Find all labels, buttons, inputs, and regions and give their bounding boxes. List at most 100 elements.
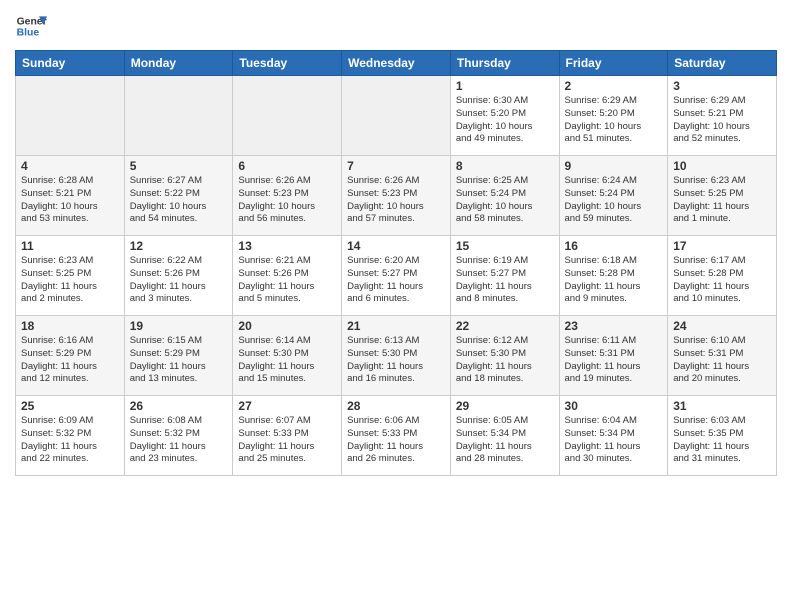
day-info: Sunrise: 6:13 AM Sunset: 5:30 PM Dayligh… bbox=[347, 335, 445, 386]
day-info: Sunrise: 6:21 AM Sunset: 5:26 PM Dayligh… bbox=[238, 255, 336, 306]
day-info: Sunrise: 6:24 AM Sunset: 5:24 PM Dayligh… bbox=[565, 175, 663, 226]
calendar-cell: 17 Sunrise: 6:17 AM Sunset: 5:28 PM Dayli… bbox=[668, 236, 777, 316]
day-info: Sunrise: 6:22 AM Sunset: 5:26 PM Dayligh… bbox=[130, 255, 228, 306]
calendar-cell: 23 Sunrise: 6:11 AM Sunset: 5:31 PM Dayli… bbox=[559, 316, 668, 396]
calendar-cell: 31Sunrise: 6:03 AM Sunset: 5:35 PM Dayli… bbox=[668, 396, 777, 476]
weekday-header-thursday: Thursday bbox=[450, 51, 559, 76]
day-info: Sunrise: 6:03 AM Sunset: 5:35 PM Dayligh… bbox=[673, 415, 771, 466]
day-number: 17 bbox=[673, 239, 771, 253]
weekday-header-wednesday: Wednesday bbox=[342, 51, 451, 76]
calendar-cell: 16 Sunrise: 6:18 AM Sunset: 5:28 PM Dayli… bbox=[559, 236, 668, 316]
calendar-cell: 5Sunrise: 6:27 AM Sunset: 5:22 PM Daylig… bbox=[124, 156, 233, 236]
day-info: Sunrise: 6:05 AM Sunset: 5:34 PM Dayligh… bbox=[456, 415, 554, 466]
day-number: 16 bbox=[565, 239, 663, 253]
calendar-cell bbox=[233, 76, 342, 156]
calendar-cell: 11Sunrise: 6:23 AM Sunset: 5:25 PM Dayli… bbox=[16, 236, 125, 316]
weekday-header-friday: Friday bbox=[559, 51, 668, 76]
calendar-cell: 10 Sunrise: 6:23 AM Sunset: 5:25 PM Dayli… bbox=[668, 156, 777, 236]
weekday-header-row: SundayMondayTuesdayWednesdayThursdayFrid… bbox=[16, 51, 777, 76]
calendar-cell: 26 Sunrise: 6:08 AM Sunset: 5:32 PM Dayli… bbox=[124, 396, 233, 476]
logo: General Blue bbox=[15, 10, 51, 42]
day-number: 7 bbox=[347, 159, 445, 173]
day-info: Sunrise: 6:19 AM Sunset: 5:27 PM Dayligh… bbox=[456, 255, 554, 306]
weekday-header-monday: Monday bbox=[124, 51, 233, 76]
day-info: Sunrise: 6:29 AM Sunset: 5:21 PM Dayligh… bbox=[673, 95, 771, 146]
day-info: Sunrise: 6:11 AM Sunset: 5:31 PM Dayligh… bbox=[565, 335, 663, 386]
calendar-cell bbox=[16, 76, 125, 156]
week-row-3: 11Sunrise: 6:23 AM Sunset: 5:25 PM Dayli… bbox=[16, 236, 777, 316]
calendar-cell: 18 Sunrise: 6:16 AM Sunset: 5:29 PM Dayli… bbox=[16, 316, 125, 396]
calendar-cell bbox=[342, 76, 451, 156]
day-info: Sunrise: 6:28 AM Sunset: 5:21 PM Dayligh… bbox=[21, 175, 119, 226]
day-info: Sunrise: 6:29 AM Sunset: 5:20 PM Dayligh… bbox=[565, 95, 663, 146]
calendar-cell: 14Sunrise: 6:20 AM Sunset: 5:27 PM Dayli… bbox=[342, 236, 451, 316]
day-info: Sunrise: 6:26 AM Sunset: 5:23 PM Dayligh… bbox=[238, 175, 336, 226]
day-number: 19 bbox=[130, 319, 228, 333]
day-number: 26 bbox=[130, 399, 228, 413]
day-number: 27 bbox=[238, 399, 336, 413]
day-number: 20 bbox=[238, 319, 336, 333]
day-number: 4 bbox=[21, 159, 119, 173]
day-info: Sunrise: 6:23 AM Sunset: 5:25 PM Dayligh… bbox=[21, 255, 119, 306]
calendar-cell: 24 Sunrise: 6:10 AM Sunset: 5:31 PM Dayli… bbox=[668, 316, 777, 396]
day-number: 15 bbox=[456, 239, 554, 253]
day-info: Sunrise: 6:30 AM Sunset: 5:20 PM Dayligh… bbox=[456, 95, 554, 146]
calendar-cell: 19 Sunrise: 6:15 AM Sunset: 5:29 PM Dayli… bbox=[124, 316, 233, 396]
logo-icon: General Blue bbox=[15, 10, 47, 42]
day-number: 25 bbox=[21, 399, 119, 413]
day-info: Sunrise: 6:14 AM Sunset: 5:30 PM Dayligh… bbox=[238, 335, 336, 386]
day-number: 2 bbox=[565, 79, 663, 93]
calendar-cell: 2 Sunrise: 6:29 AM Sunset: 5:20 PM Daylig… bbox=[559, 76, 668, 156]
day-number: 3 bbox=[673, 79, 771, 93]
calendar-table: SundayMondayTuesdayWednesdayThursdayFrid… bbox=[15, 50, 777, 476]
day-number: 28 bbox=[347, 399, 445, 413]
day-info: Sunrise: 6:16 AM Sunset: 5:29 PM Dayligh… bbox=[21, 335, 119, 386]
day-number: 23 bbox=[565, 319, 663, 333]
day-info: Sunrise: 6:09 AM Sunset: 5:32 PM Dayligh… bbox=[21, 415, 119, 466]
day-number: 13 bbox=[238, 239, 336, 253]
calendar-cell: 3 Sunrise: 6:29 AM Sunset: 5:21 PM Daylig… bbox=[668, 76, 777, 156]
calendar-cell: 1Sunrise: 6:30 AM Sunset: 5:20 PM Daylig… bbox=[450, 76, 559, 156]
day-info: Sunrise: 6:27 AM Sunset: 5:22 PM Dayligh… bbox=[130, 175, 228, 226]
calendar-cell bbox=[124, 76, 233, 156]
day-number: 12 bbox=[130, 239, 228, 253]
day-number: 18 bbox=[21, 319, 119, 333]
day-info: Sunrise: 6:07 AM Sunset: 5:33 PM Dayligh… bbox=[238, 415, 336, 466]
day-number: 10 bbox=[673, 159, 771, 173]
day-info: Sunrise: 6:18 AM Sunset: 5:28 PM Dayligh… bbox=[565, 255, 663, 306]
calendar-cell: 9 Sunrise: 6:24 AM Sunset: 5:24 PM Daylig… bbox=[559, 156, 668, 236]
day-info: Sunrise: 6:25 AM Sunset: 5:24 PM Dayligh… bbox=[456, 175, 554, 226]
weekday-header-tuesday: Tuesday bbox=[233, 51, 342, 76]
day-info: Sunrise: 6:23 AM Sunset: 5:25 PM Dayligh… bbox=[673, 175, 771, 226]
calendar-cell: 6Sunrise: 6:26 AM Sunset: 5:23 PM Daylig… bbox=[233, 156, 342, 236]
header: General Blue bbox=[15, 10, 777, 42]
calendar-cell: 8 Sunrise: 6:25 AM Sunset: 5:24 PM Daylig… bbox=[450, 156, 559, 236]
day-info: Sunrise: 6:17 AM Sunset: 5:28 PM Dayligh… bbox=[673, 255, 771, 306]
day-info: Sunrise: 6:15 AM Sunset: 5:29 PM Dayligh… bbox=[130, 335, 228, 386]
day-info: Sunrise: 6:10 AM Sunset: 5:31 PM Dayligh… bbox=[673, 335, 771, 386]
day-number: 8 bbox=[456, 159, 554, 173]
week-row-1: 1Sunrise: 6:30 AM Sunset: 5:20 PM Daylig… bbox=[16, 76, 777, 156]
day-number: 30 bbox=[565, 399, 663, 413]
week-row-5: 25 Sunrise: 6:09 AM Sunset: 5:32 PM Dayli… bbox=[16, 396, 777, 476]
calendar-cell: 7 Sunrise: 6:26 AM Sunset: 5:23 PM Daylig… bbox=[342, 156, 451, 236]
day-number: 14 bbox=[347, 239, 445, 253]
day-info: Sunrise: 6:12 AM Sunset: 5:30 PM Dayligh… bbox=[456, 335, 554, 386]
weekday-header-sunday: Sunday bbox=[16, 51, 125, 76]
day-number: 24 bbox=[673, 319, 771, 333]
calendar-cell: 25 Sunrise: 6:09 AM Sunset: 5:32 PM Dayli… bbox=[16, 396, 125, 476]
weekday-header-saturday: Saturday bbox=[668, 51, 777, 76]
calendar-cell: 20 Sunrise: 6:14 AM Sunset: 5:30 PM Dayli… bbox=[233, 316, 342, 396]
day-number: 21 bbox=[347, 319, 445, 333]
calendar-cell: 22 Sunrise: 6:12 AM Sunset: 5:30 PM Dayli… bbox=[450, 316, 559, 396]
calendar-cell: 15 Sunrise: 6:19 AM Sunset: 5:27 PM Dayli… bbox=[450, 236, 559, 316]
week-row-4: 18 Sunrise: 6:16 AM Sunset: 5:29 PM Dayli… bbox=[16, 316, 777, 396]
day-number: 9 bbox=[565, 159, 663, 173]
calendar-cell: 13 Sunrise: 6:21 AM Sunset: 5:26 PM Dayli… bbox=[233, 236, 342, 316]
week-row-2: 4 Sunrise: 6:28 AM Sunset: 5:21 PM Daylig… bbox=[16, 156, 777, 236]
day-info: Sunrise: 6:26 AM Sunset: 5:23 PM Dayligh… bbox=[347, 175, 445, 226]
day-number: 22 bbox=[456, 319, 554, 333]
day-info: Sunrise: 6:04 AM Sunset: 5:34 PM Dayligh… bbox=[565, 415, 663, 466]
day-info: Sunrise: 6:08 AM Sunset: 5:32 PM Dayligh… bbox=[130, 415, 228, 466]
calendar-cell: 27 Sunrise: 6:07 AM Sunset: 5:33 PM Dayli… bbox=[233, 396, 342, 476]
